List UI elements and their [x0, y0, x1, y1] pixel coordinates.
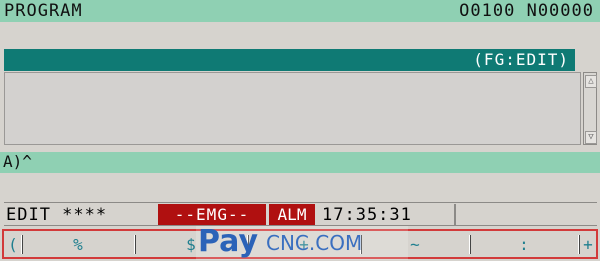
watermark-domain: CNC.COM — [266, 231, 363, 255]
watermark-brand: Pay — [198, 224, 259, 259]
scroll-down-icon[interactable]: ▽ — [585, 131, 597, 144]
softkey-divider — [578, 235, 580, 254]
emergency-badge: --EMG-- — [158, 204, 266, 225]
mode-status: EDIT **** — [6, 205, 108, 225]
clock: 17:35:31 — [322, 205, 412, 225]
softkey-divider — [469, 235, 471, 254]
status-bar: EDIT **** --EMG-- ALM 17:35:31 — [4, 202, 597, 226]
status-divider — [454, 204, 456, 225]
edit-mode-bar: (FG:EDIT) — [4, 49, 575, 71]
watermark: Pay CNC.COM — [196, 224, 408, 260]
softkey-colon[interactable]: : — [472, 234, 576, 255]
alarm-badge: ALM — [269, 204, 315, 225]
softkey-divider — [134, 235, 136, 254]
softkey-left-arrow[interactable]: ( — [6, 234, 20, 255]
program-text-area[interactable] — [4, 72, 581, 145]
input-buffer: A)^ — [3, 152, 32, 171]
input-line[interactable]: A)^ — [0, 152, 600, 173]
edit-mode-label: (FG:EDIT) — [473, 50, 569, 69]
softkey-divider — [21, 235, 23, 254]
softkey-right-arrow[interactable]: + — [581, 234, 595, 255]
softkey-percent[interactable]: % — [24, 234, 132, 255]
scrollbar[interactable]: △ ▽ — [583, 72, 597, 145]
screen-title: PROGRAM — [4, 1, 83, 21]
program-number: O0100 N00000 — [459, 1, 594, 21]
header-bar: PROGRAM O0100 N00000 — [0, 0, 600, 22]
scroll-up-icon[interactable]: △ — [585, 75, 597, 88]
